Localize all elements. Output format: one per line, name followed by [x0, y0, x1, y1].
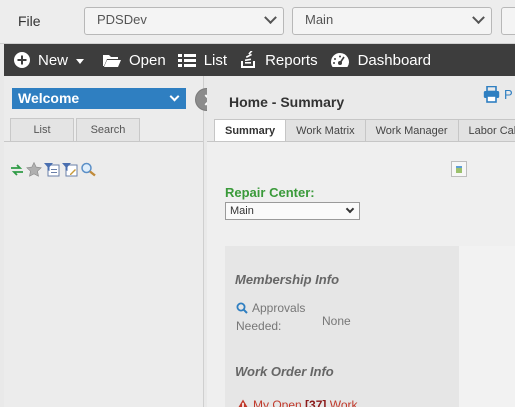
tab-search[interactable]: Search	[76, 118, 140, 141]
repair-center-label: Repair Center:	[225, 185, 315, 200]
my-open-prefix: My Open	[253, 398, 302, 407]
database-select[interactable]: PDSDev	[84, 7, 284, 35]
filter-list-icon[interactable]	[44, 162, 60, 180]
main-panel: Home - Summary P Summary Work Matrix Wor…	[207, 76, 515, 407]
filter-edit-icon[interactable]	[62, 162, 78, 180]
extra-select[interactable]	[501, 7, 515, 35]
left-icon-row	[10, 161, 100, 180]
approvals-link[interactable]: Approvals Needed:	[236, 300, 316, 334]
left-tabs: List Search	[10, 118, 142, 141]
tab-work-manager[interactable]: Work Manager	[364, 119, 459, 141]
welcome-dropdown[interactable]: Welcome	[12, 88, 186, 109]
work-order-heading: Work Order Info	[235, 364, 334, 379]
list-label: List	[203, 51, 228, 69]
membership-heading: Membership Info	[235, 272, 340, 287]
file-menu[interactable]: File	[18, 13, 41, 29]
plus-circle-icon	[14, 52, 30, 68]
welcome-label: Welcome	[18, 90, 80, 106]
print-label: P	[504, 87, 513, 102]
reports-button[interactable]: Reports	[239, 44, 318, 76]
reports-icon	[241, 51, 256, 68]
chevron-down-icon	[345, 204, 355, 214]
repair-center-value: Main	[230, 205, 254, 217]
broken-image-icon	[451, 161, 467, 177]
top-bar: File PDSDev Main	[0, 0, 515, 44]
my-open-work-link[interactable]: My Open [37] Work	[236, 398, 358, 407]
approvals-label-2: Needed:	[236, 319, 282, 333]
folder-open-icon	[103, 54, 122, 67]
tab-work-matrix[interactable]: Work Matrix	[285, 119, 366, 141]
dashboard-label: Dashboard	[357, 51, 431, 69]
tab-summary[interactable]: Summary	[214, 119, 287, 141]
page-title: Home - Summary	[229, 94, 345, 110]
chevron-down-icon	[264, 11, 277, 25]
open-button[interactable]: Open	[102, 44, 166, 76]
warning-icon	[236, 399, 250, 407]
tab-divider	[4, 141, 203, 142]
approvals-label: Approvals	[252, 301, 306, 315]
dashboard-icon	[330, 53, 349, 67]
my-open-count: [37]	[305, 398, 327, 407]
main-tabs: Summary Work Matrix Work Manager Labor C…	[214, 119, 515, 141]
database-select-value: PDSDev	[97, 12, 147, 27]
site-select[interactable]: Main	[292, 7, 492, 35]
star-icon[interactable]	[26, 161, 42, 180]
summary-content: Repair Center: Main Membership Info Appr…	[207, 142, 515, 407]
card-side-panel	[459, 246, 515, 407]
site-select-value: Main	[305, 12, 334, 27]
new-label: New	[38, 51, 69, 69]
search-icon	[236, 302, 248, 318]
reports-label: Reports	[265, 51, 318, 69]
print-button[interactable]: P	[483, 86, 513, 103]
repair-center-select[interactable]: Main	[225, 202, 360, 220]
tab-labor-cal[interactable]: Labor Cal	[457, 119, 515, 141]
left-panel: Welcome List Search	[4, 76, 204, 407]
dashboard-button[interactable]: Dashboard	[330, 44, 431, 76]
main-toolbar: New Open List Reports Dashboard	[4, 44, 515, 76]
magnify-icon[interactable]	[80, 162, 98, 180]
info-card: Membership Info Approvals Needed: None W…	[225, 246, 459, 407]
chevron-down-icon	[472, 11, 485, 25]
caret-down-icon	[76, 58, 85, 64]
open-label: Open	[129, 51, 166, 69]
refresh-icon[interactable]	[10, 163, 24, 179]
new-button[interactable]: New	[14, 44, 90, 76]
print-icon	[483, 86, 500, 103]
chevron-down-icon	[169, 91, 180, 102]
tab-list[interactable]: List	[10, 118, 74, 141]
my-open-suffix: Work	[329, 398, 358, 407]
list-icon	[177, 53, 196, 67]
list-button[interactable]: List	[177, 44, 228, 76]
approvals-value: None	[322, 314, 351, 328]
